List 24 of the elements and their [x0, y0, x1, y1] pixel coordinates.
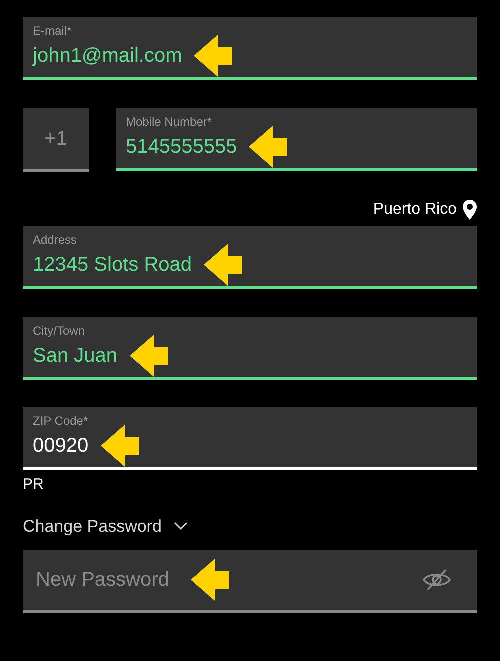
field-label: E-mail* [33, 23, 73, 39]
field-label: City/Town [33, 323, 86, 339]
field-value: 12345 Slots Road [33, 253, 192, 278]
change-password-toggle[interactable]: Change Password [23, 514, 188, 540]
text-field[interactable]: City/Town San Juan [23, 317, 477, 380]
country-code-field[interactable]: +1 [23, 108, 89, 172]
field-value: 00920 [33, 434, 89, 459]
field-label: ZIP Code* [33, 413, 90, 429]
field-value: San Juan [33, 344, 118, 369]
password-placeholder: New Password [36, 568, 170, 592]
field-label: Address [33, 232, 78, 248]
field-label: Mobile Number* [126, 114, 214, 130]
text-field[interactable]: E-mail* john1@mail.com [23, 17, 477, 80]
map-pin-icon [463, 200, 477, 220]
text-field[interactable]: Mobile Number* 5145555555 [116, 108, 477, 171]
eye-slash-icon[interactable] [422, 568, 452, 592]
chevron-icon [174, 522, 188, 532]
field-value: 5145555555 [126, 135, 238, 160]
state-code: PR [23, 475, 44, 495]
location-text: Puerto Rico [373, 200, 457, 220]
password-field[interactable]: New Password [23, 550, 477, 612]
field-value: john1@mail.com [33, 44, 182, 69]
text-field[interactable]: Address 12345 Slots Road [23, 226, 477, 289]
text-field[interactable]: ZIP Code* 00920 [23, 407, 477, 470]
